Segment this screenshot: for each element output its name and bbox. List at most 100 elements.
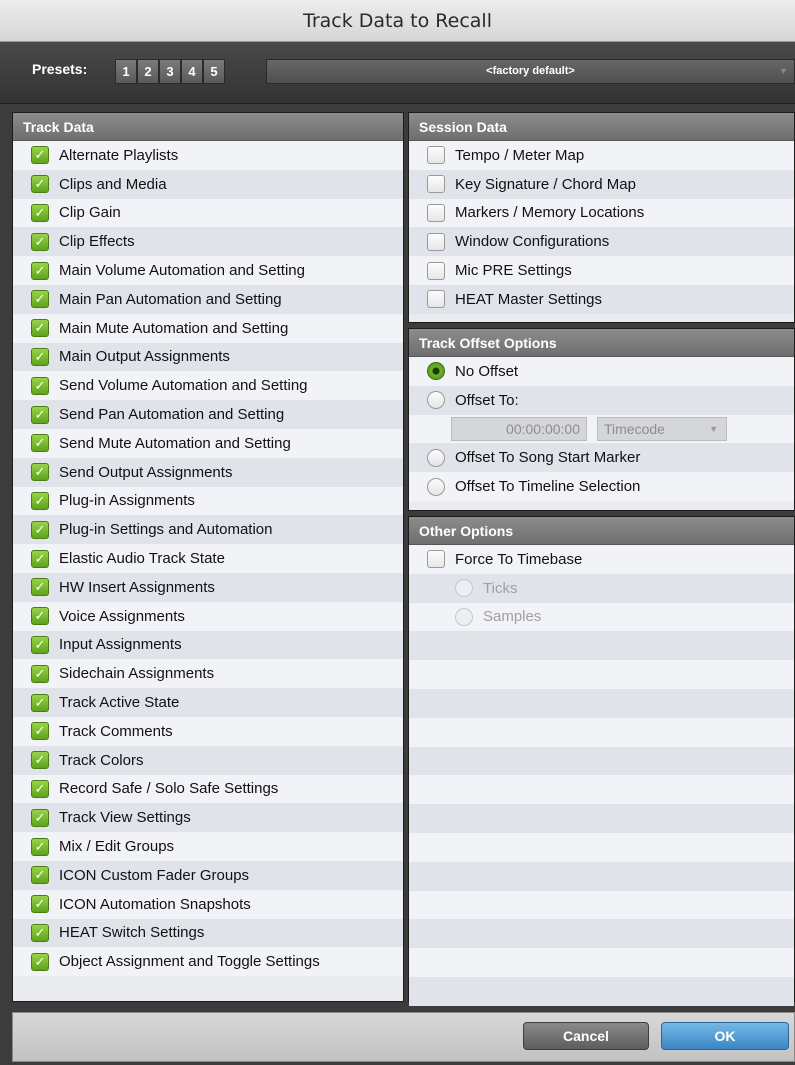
preset-buttons: 1 2 3 4 5 [115, 59, 225, 84]
list-item-label: Main Output Assignments [59, 348, 230, 366]
radio-selected-icon [427, 362, 445, 381]
list-item[interactable]: ✓ Track Comments [13, 716, 403, 746]
empty-row [409, 804, 794, 833]
presets-label: Presets: [32, 61, 88, 77]
list-item-label: HEAT Switch Settings [59, 924, 205, 942]
preset-button-2[interactable]: 2 [137, 59, 159, 84]
list-item-label: Track View Settings [59, 809, 191, 827]
list-item[interactable]: ✓ ICON Automation Snapshots [13, 889, 403, 919]
list-item[interactable]: ✓ Track View Settings [13, 803, 403, 833]
cancel-button[interactable]: Cancel [523, 1022, 649, 1050]
list-item[interactable]: ✓ Main Pan Automation and Setting [13, 284, 403, 314]
list-item[interactable]: ✓ Elastic Audio Track State [13, 544, 403, 573]
checkbox-checked-icon: ✓ [31, 751, 49, 770]
list-item[interactable]: ✓ Clips and Media [13, 169, 403, 199]
list-item-label: Main Pan Automation and Setting [59, 290, 282, 308]
checkbox-unchecked-icon [427, 290, 445, 309]
list-item[interactable]: ✓ Mix / Edit Groups [13, 832, 403, 861]
list-item-label: Send Volume Automation and Setting [59, 377, 308, 395]
list-item-label: Alternate Playlists [59, 146, 179, 164]
other-options-list: Force To Timebase Ticks Samples [409, 545, 794, 1006]
list-item[interactable]: ✓ Clip Effects [13, 227, 403, 257]
checkbox-checked-icon: ✓ [31, 923, 49, 942]
radio-no-offset-label: No Offset [455, 362, 519, 380]
list-item-label: Plug-in Settings and Automation [59, 521, 273, 539]
checkbox-checked-icon: ✓ [31, 722, 49, 741]
preset-selector[interactable]: <factory default> ▼ [266, 59, 795, 84]
list-item[interactable]: Key Signature / Chord Map [409, 169, 794, 199]
track-data-panel: Track Data ✓ Alternate Playlists ✓ Clips an… [12, 112, 404, 1002]
preset-button-4[interactable]: 4 [181, 59, 203, 84]
list-item[interactable]: ✓ Plug-in Settings and Automation [13, 515, 403, 545]
checkbox-unchecked-icon [427, 146, 445, 165]
list-item-label: Track Colors [59, 751, 144, 769]
list-item[interactable]: ✓ Object Assignment and Toggle Settings [13, 947, 403, 977]
list-item-label: Track Active State [59, 694, 180, 712]
preset-button-5[interactable]: 5 [203, 59, 225, 84]
other-options-header: Other Options [409, 517, 794, 545]
list-item[interactable]: ✓ Main Mute Automation and Setting [13, 313, 403, 343]
list-item[interactable]: ✓ Alternate Playlists [13, 141, 403, 170]
list-item-label: Voice Assignments [59, 607, 185, 625]
list-item[interactable]: ✓ Voice Assignments [13, 601, 403, 631]
list-item-label: Key Signature / Chord Map [455, 175, 636, 193]
list-item[interactable]: ✓ ICON Custom Fader Groups [13, 860, 403, 890]
list-item[interactable]: Window Configurations [409, 227, 794, 257]
empty-row [409, 919, 794, 949]
list-item[interactable]: ✓ Clip Gain [13, 198, 403, 228]
list-item[interactable]: ✓ Track Active State [13, 688, 403, 717]
checkbox-unchecked-icon [427, 261, 445, 280]
session-data-panel: Session Data Tempo / Meter Map Key Signat… [408, 112, 795, 323]
offset-format-value: Timecode [604, 420, 665, 437]
checkbox-checked-icon: ✓ [31, 549, 49, 568]
offset-options-header: Track Offset Options [409, 329, 794, 357]
list-item-label: Main Mute Automation and Setting [59, 319, 289, 337]
checkbox-checked-icon: ✓ [31, 261, 49, 280]
list-item[interactable]: ✓ HW Insert Assignments [13, 572, 403, 602]
list-item-label: Clip Effects [59, 233, 135, 251]
list-item-label: Window Configurations [455, 233, 610, 251]
list-item-label: Send Pan Automation and Setting [59, 406, 285, 424]
list-item[interactable]: HEAT Master Settings [409, 284, 794, 314]
list-item-label: ICON Custom Fader Groups [59, 866, 250, 884]
list-item[interactable]: ✓ HEAT Switch Settings [13, 918, 403, 948]
list-item[interactable]: ✓ Input Assignments [13, 630, 403, 660]
list-item[interactable]: Markers / Memory Locations [409, 198, 794, 228]
session-data-list: Tempo / Meter Map Key Signature / Chord M… [409, 141, 794, 314]
presets-bar: Presets: 1 2 3 4 5 <factory default> ▼ [0, 42, 795, 104]
empty-row [409, 775, 794, 805]
empty-row [409, 976, 794, 1006]
offset-timecode-field[interactable]: 00:00:00:00 [451, 416, 587, 441]
list-item-label: Tempo / Meter Map [455, 146, 585, 164]
offset-format-select[interactable]: Timecode ▼ [597, 416, 727, 441]
checkbox-unchecked-icon [427, 175, 445, 194]
preset-button-3[interactable]: 3 [159, 59, 181, 84]
radio-song-start[interactable]: Offset To Song Start Marker [409, 443, 794, 473]
other-options-panel: Other Options Force To Timebase Ticks Sa… [408, 516, 795, 1006]
list-item[interactable]: ✓ Main Volume Automation and Setting [13, 256, 403, 285]
checkbox-checked-icon: ✓ [31, 578, 49, 597]
ok-button[interactable]: OK [661, 1022, 789, 1050]
list-item[interactable]: ✓ Send Volume Automation and Setting [13, 371, 403, 401]
offset-options-list: No Offset Offset To: 00:00:00:00 Timecod… [409, 357, 794, 501]
list-item-label: Markers / Memory Locations [455, 204, 645, 222]
list-item-label: ICON Automation Snapshots [59, 895, 251, 913]
checkbox-checked-icon: ✓ [31, 779, 49, 798]
list-item[interactable]: ✓ Send Mute Automation and Setting [13, 428, 403, 458]
list-item[interactable]: ✓ Record Safe / Solo Safe Settings [13, 774, 403, 804]
list-item[interactable]: ✓ Main Output Assignments [13, 342, 403, 372]
list-item[interactable]: ✓ Plug-in Assignments [13, 486, 403, 516]
radio-offset-to[interactable]: Offset To: [409, 385, 794, 415]
list-item[interactable]: ✓ Send Output Assignments [13, 457, 403, 487]
list-item[interactable]: ✓ Sidechain Assignments [13, 659, 403, 689]
force-timebase-label: Force To Timebase [455, 550, 583, 568]
list-item[interactable]: ✓ Send Pan Automation and Setting [13, 400, 403, 429]
list-item[interactable]: Mic PRE Settings [409, 256, 794, 285]
radio-song-start-label: Offset To Song Start Marker [455, 449, 641, 467]
preset-button-1[interactable]: 1 [115, 59, 137, 84]
list-item[interactable]: ✓ Track Colors [13, 745, 403, 775]
radio-timeline-selection[interactable]: Offset To Timeline Selection [409, 472, 794, 501]
force-timebase-checkbox[interactable]: Force To Timebase [409, 545, 794, 574]
radio-no-offset[interactable]: No Offset [409, 357, 794, 386]
list-item[interactable]: Tempo / Meter Map [409, 141, 794, 170]
